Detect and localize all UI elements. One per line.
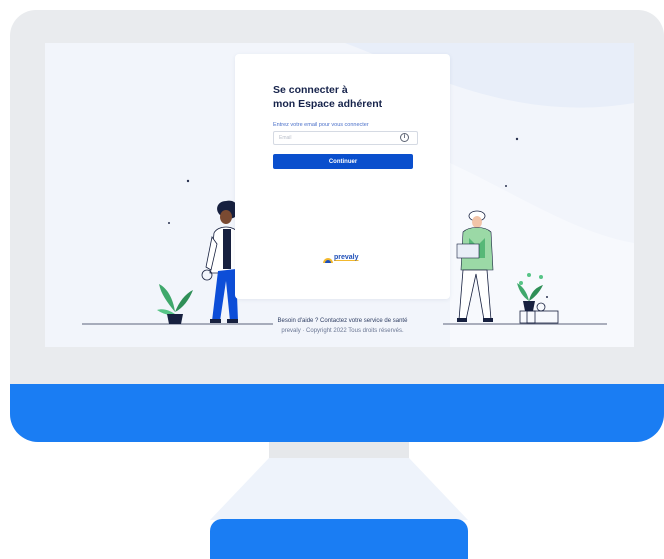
prevaly-logo: prevaly <box>322 253 362 267</box>
app-screen: Se connecter à mon Espace adhérent Entre… <box>45 43 634 347</box>
monitor-stand-shadow <box>210 458 468 520</box>
woman-illustration <box>456 210 494 322</box>
prevaly-logo-mark <box>323 258 333 263</box>
plant-left-illustration <box>157 284 193 324</box>
copyright-text: prevaly · Copyright 2022 Tous droits rés… <box>281 328 404 334</box>
help-link[interactable]: Besoin d'aide ? Contactez votre service … <box>205 316 480 326</box>
monitor-stand-neck <box>269 442 409 458</box>
monitor-stand-base <box>210 519 468 559</box>
title-line-2: mon Espace adhérent <box>273 98 383 110</box>
brand-name: prevaly <box>334 254 359 261</box>
monitor-chin <box>10 384 664 442</box>
title-line-1: Se connecter à <box>273 84 348 96</box>
email-field[interactable] <box>273 131 418 145</box>
login-card: Se connecter à mon Espace adhérent Entre… <box>235 54 450 299</box>
page-title: Se connecter à mon Espace adhérent <box>273 83 433 111</box>
monitor-frame: Se connecter à mon Espace adhérent Entre… <box>10 10 664 442</box>
email-label: Entrez votre email pour vous connecter <box>273 122 369 128</box>
continue-button[interactable]: Continuer <box>273 154 413 169</box>
plant-right-illustration <box>517 273 559 324</box>
info-icon[interactable]: i <box>400 133 409 142</box>
